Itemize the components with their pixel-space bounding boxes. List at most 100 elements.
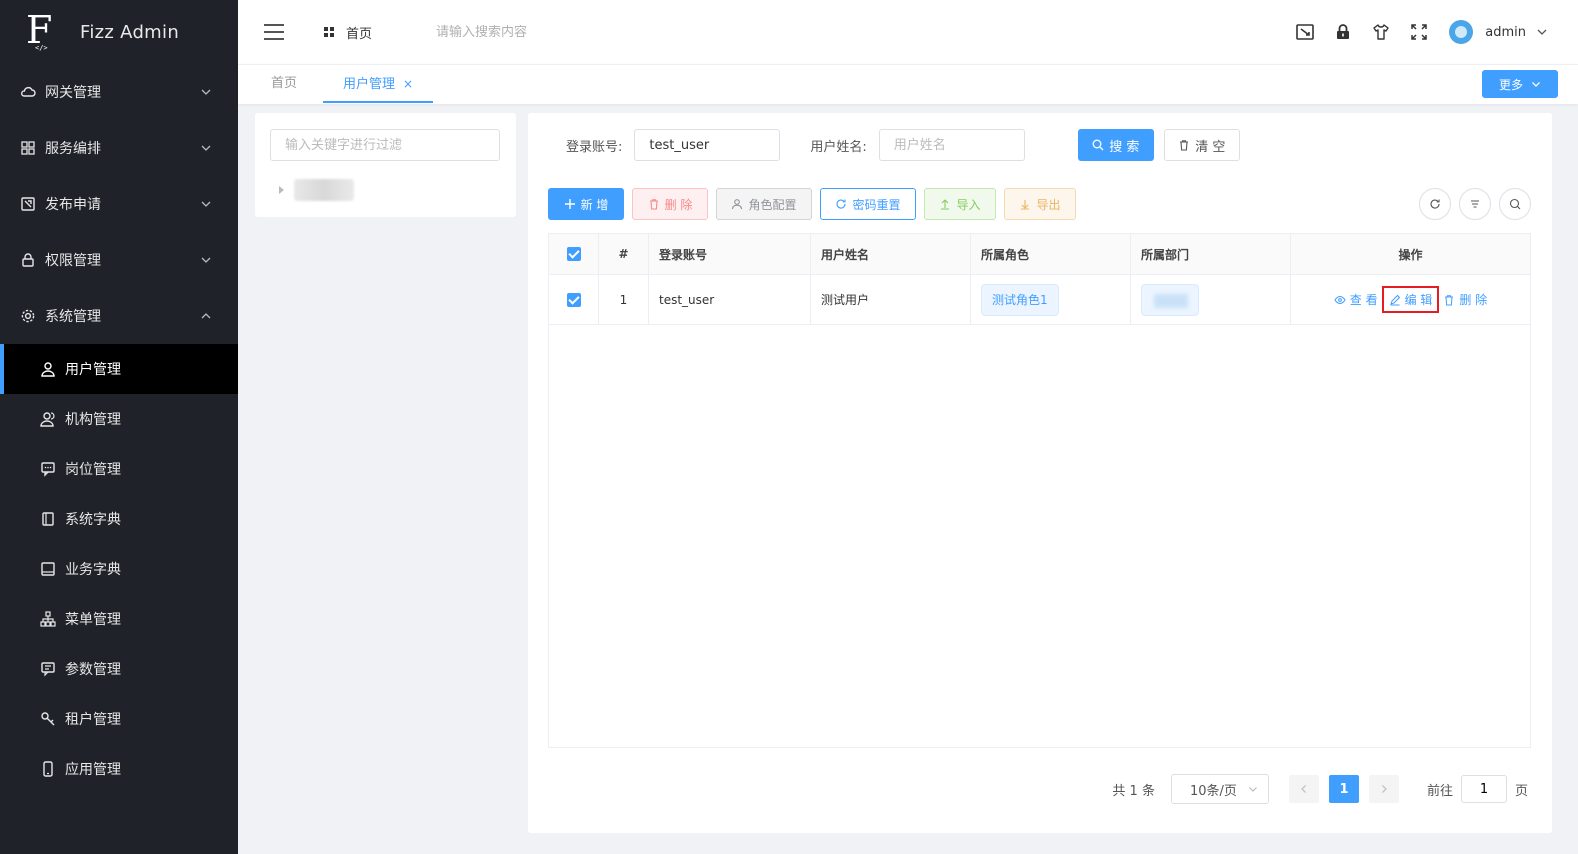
screenshot-icon[interactable] — [1295, 22, 1315, 42]
logo[interactable]: F </> Fizz Admin — [0, 0, 238, 64]
sidebar-item-label: 租户管理 — [65, 712, 121, 728]
sidebar-group-orchestration[interactable]: 服务编排 — [0, 120, 238, 176]
row-checkbox[interactable] — [566, 292, 581, 307]
refresh-button[interactable] — [1419, 188, 1451, 220]
tree-node-label-blurred — [294, 179, 354, 201]
eye-icon — [1334, 295, 1346, 304]
row-index: 1 — [599, 275, 649, 324]
chevron-down-icon — [201, 145, 211, 151]
sidebar-item-menu-management[interactable]: 菜单管理 — [0, 594, 238, 644]
row-checkbox-cell — [549, 275, 599, 324]
tree-filter-input[interactable] — [270, 129, 500, 161]
sidebar-item-system-dict[interactable]: 系统字典 — [0, 494, 238, 544]
import-button[interactable]: 导入 — [924, 188, 996, 220]
header-home-link[interactable]: 首页 — [324, 23, 372, 42]
select-all-checkbox[interactable] — [566, 247, 581, 261]
chevron-down-icon — [201, 257, 211, 263]
tab-user-management[interactable]: 用户管理 × — [323, 65, 433, 103]
book-icon — [40, 561, 56, 577]
column-filter-button[interactable] — [1459, 188, 1491, 220]
sidebar-item-label: 系统字典 — [65, 512, 121, 528]
goto-page-input[interactable] — [1460, 775, 1507, 803]
export-button[interactable]: 导出 — [1004, 188, 1076, 220]
user-icon — [40, 361, 56, 377]
sidebar-item-post-management[interactable]: 岗位管理 — [0, 444, 238, 494]
mobile-icon — [40, 761, 56, 777]
sidebar-item-label: 业务字典 — [65, 562, 121, 578]
account-input[interactable] — [634, 129, 781, 161]
goto-unit: 页 — [1514, 783, 1528, 799]
more-button[interactable]: 更多 — [1482, 70, 1558, 98]
sidebar-group-publish[interactable]: 发布申请 — [0, 176, 238, 232]
trash-icon — [1445, 294, 1454, 305]
header-search-input[interactable] — [436, 24, 637, 40]
clear-button[interactable]: 清 空 — [1163, 129, 1240, 161]
search-form: 登录账号: 用户姓名: 搜 索 清 空 — [566, 129, 1240, 161]
user-name[interactable]: admin — [1485, 25, 1526, 40]
gear-icon — [20, 308, 36, 324]
goto-label: 前往 — [1426, 783, 1453, 799]
upload-icon — [941, 199, 950, 210]
delete-link[interactable]: 删 除 — [1443, 291, 1487, 308]
table-tools — [1411, 188, 1531, 220]
delete-label: 删 除 — [664, 197, 693, 212]
chat-icon — [40, 461, 56, 477]
column-header: 操作 — [1398, 247, 1423, 262]
sidebar-item-label: 机构管理 — [65, 412, 121, 428]
column-header: 所属角色 — [971, 234, 1131, 274]
view-link[interactable]: 查 看 — [1334, 291, 1378, 308]
sidebar-item-app-management[interactable]: 应用管理 — [0, 744, 238, 794]
next-page-button[interactable] — [1368, 775, 1399, 803]
publish-icon — [20, 196, 36, 212]
page-number-current[interactable]: 1 — [1328, 775, 1359, 803]
account-label: 登录账号: — [566, 139, 623, 155]
dict-icon — [40, 511, 56, 527]
avatar[interactable] — [1449, 20, 1474, 44]
logo-mark: F </> — [26, 10, 52, 54]
sidebar-group-gateway[interactable]: 网关管理 — [0, 64, 238, 120]
total-count: 共 1 条 — [1112, 783, 1155, 799]
toggle-search-button[interactable] — [1499, 188, 1531, 220]
search-label: 搜 索 — [1109, 139, 1140, 155]
add-button[interactable]: 新 增 — [548, 188, 624, 220]
sidebar-group-system[interactable]: 系统管理 — [0, 288, 238, 344]
tab-home[interactable]: 首页 — [271, 65, 297, 103]
column-header: # — [599, 234, 649, 274]
edit-link[interactable]: 编 辑 — [1381, 286, 1440, 313]
delete-button[interactable]: 删 除 — [632, 188, 708, 220]
name-input[interactable] — [878, 129, 1025, 161]
dept-tag-blurred — [1141, 283, 1199, 316]
org-tree-panel — [255, 113, 516, 217]
sidebar-group-permission[interactable]: 权限管理 — [0, 232, 238, 288]
tree-icon — [40, 611, 56, 627]
chevron-down-icon[interactable] — [1536, 26, 1548, 38]
sidebar-item-param-management[interactable]: 参数管理 — [0, 644, 238, 694]
header-checkbox-cell — [549, 234, 599, 274]
fullscreen-icon[interactable] — [1409, 22, 1429, 42]
caret-right-icon[interactable] — [279, 186, 284, 194]
lock-icon[interactable] — [1333, 22, 1353, 42]
sidebar-item-tenant-management[interactable]: 租户管理 — [0, 694, 238, 744]
theme-shirt-icon[interactable] — [1371, 22, 1391, 42]
sidebar-item-business-dict[interactable]: 业务字典 — [0, 544, 238, 594]
name-label: 用户姓名: — [810, 139, 867, 155]
password-reset-button[interactable]: 密码重置 — [820, 188, 916, 220]
close-icon[interactable]: × — [403, 77, 413, 91]
prev-page-button[interactable] — [1288, 775, 1319, 803]
add-label: 新 增 — [580, 197, 609, 212]
sidebar-item-label: 应用管理 — [65, 762, 121, 778]
sidebar-item-org-management[interactable]: 机构管理 — [0, 394, 238, 444]
tree-node[interactable] — [279, 179, 354, 201]
grid-icon — [324, 27, 334, 37]
search-button[interactable]: 搜 索 — [1077, 129, 1154, 161]
role-tag: 测试角色1 — [981, 283, 1059, 316]
sidebar-item-user-management[interactable]: 用户管理 — [0, 344, 238, 394]
main-panel: 登录账号: 用户姓名: 搜 索 清 空 新 增 删 除 角色配置 密码重置 — [528, 113, 1552, 833]
user-table: # 登录账号 用户姓名 所属角色 所属部门 操作 1 test_user 测试用… — [548, 233, 1531, 748]
role-config-button[interactable]: 角色配置 — [716, 188, 812, 220]
page-size-select[interactable]: 10条/页 — [1170, 774, 1269, 804]
hamburger-icon[interactable] — [264, 24, 284, 40]
home-label: 首页 — [346, 26, 373, 42]
delete-label: 删 除 — [1459, 293, 1488, 307]
refresh-icon — [836, 199, 847, 209]
